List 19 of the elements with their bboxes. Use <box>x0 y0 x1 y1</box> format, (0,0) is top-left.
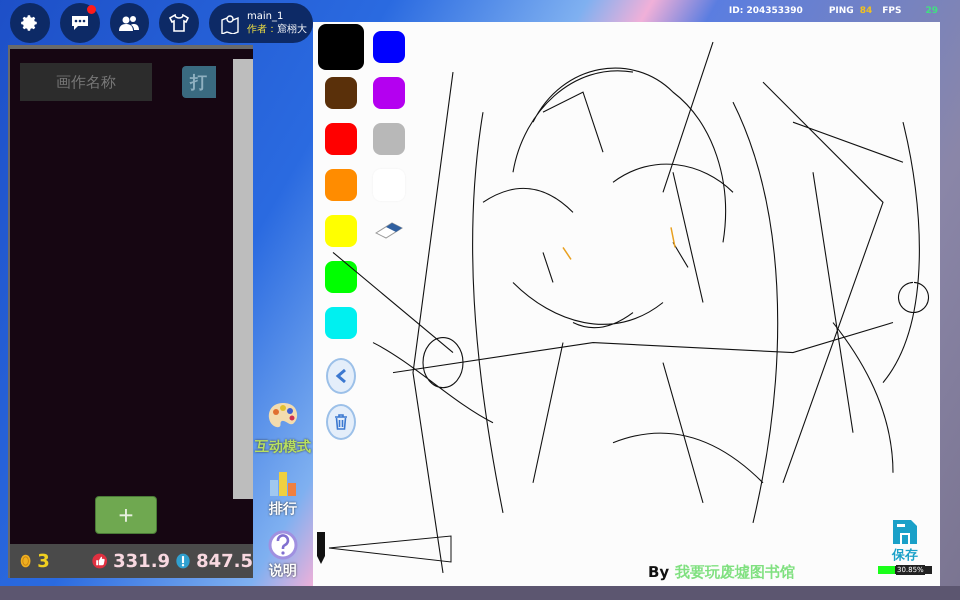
map-name: main_1 <box>247 10 284 22</box>
ping-label: PING <box>828 6 854 16</box>
author-line: 作者：窟栩大 <box>247 22 307 36</box>
map-info-pill[interactable]: main_1 作者：窟栩大 <box>209 2 313 42</box>
artwork-name-field[interactable]: 画作名称 <box>20 63 152 101</box>
interactive-mode-button[interactable]: 互动模式 <box>255 400 311 456</box>
signature: By 我要玩废墟图书馆 <box>648 563 796 582</box>
fps-label: FPS <box>882 6 902 16</box>
help-button[interactable]: 说明 <box>268 530 298 580</box>
ping-value: 84 <box>860 6 872 16</box>
player-id: ID: 204353390 <box>728 6 803 16</box>
score-count: 847.5 <box>196 550 253 572</box>
add-button[interactable]: + <box>95 496 157 534</box>
save-button[interactable]: 保存 <box>891 518 919 564</box>
coin-count: 3 <box>37 550 50 572</box>
fps-value: 29 <box>925 6 938 16</box>
open-button[interactable]: 打 <box>182 66 216 98</box>
ranking-button[interactable]: 排行 <box>268 468 298 518</box>
likes-count: 331.9 <box>113 550 170 572</box>
